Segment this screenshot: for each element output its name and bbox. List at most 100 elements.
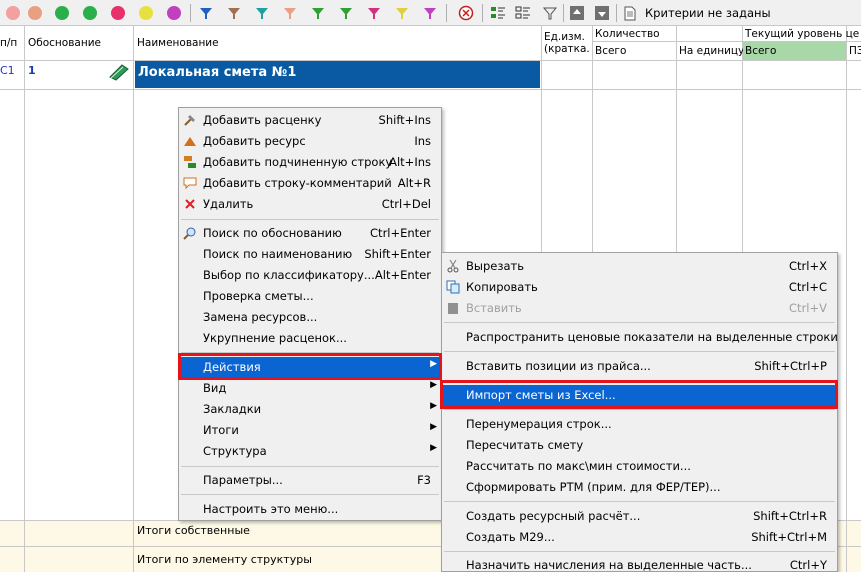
submenu-item-calc-maxmin[interactable]: Рассчитать по макс\мин стоимости... — [442, 456, 837, 477]
submenu-item-cut[interactable]: Вырезать Ctrl+X — [442, 256, 837, 277]
color-circle-4[interactable] — [81, 4, 99, 22]
menu-separator — [181, 352, 439, 353]
grid-line — [133, 26, 134, 572]
submenu-item-renumber[interactable]: Перенумерация строк... — [442, 414, 837, 435]
menu-item-replace-resources[interactable]: Замена ресурсов... — [179, 307, 441, 328]
menu-item-add-resource[interactable]: Добавить ресурс Ins — [179, 131, 441, 152]
menu-item-delete[interactable]: Удалить Ctrl+Del — [179, 194, 441, 215]
menu-separator — [181, 219, 439, 220]
menu-item-customize-menu[interactable]: Настроить это меню... — [179, 499, 441, 520]
submenu-arrow-icon: ▶ — [430, 422, 437, 432]
paste-icon — [446, 301, 460, 315]
menu-separator — [444, 551, 835, 552]
color-circle-5[interactable] — [109, 4, 127, 22]
menu-item-enlarge-rates[interactable]: Укрупнение расценок... — [179, 328, 441, 349]
menu-separator — [444, 351, 835, 352]
color-circle-6[interactable] — [137, 4, 155, 22]
color-circle-2[interactable] — [26, 4, 44, 22]
move-down-icon[interactable] — [593, 4, 611, 22]
submenu-item-import-excel[interactable]: Импорт сметы из Excel... — [442, 385, 837, 406]
move-up-icon[interactable] — [568, 4, 586, 22]
grid-line — [0, 89, 861, 90]
submenu-arrow-icon: ▶ — [430, 443, 437, 453]
grid-line — [846, 26, 847, 572]
menu-item-check-estimate[interactable]: Проверка сметы... — [179, 286, 441, 307]
criteria-label: Критерии не заданы — [645, 6, 771, 20]
submenu-item-resource-calc[interactable]: Создать ресурсный расчёт... Shift+Ctrl+R — [442, 506, 837, 527]
menu-item-search-basis[interactable]: Поиск по обоснованию Ctrl+Enter — [179, 223, 441, 244]
copy-icon — [446, 280, 460, 294]
filter-icon-pink[interactable] — [365, 4, 383, 22]
hammer-icon — [183, 113, 197, 127]
header-price-total[interactable]: Всего — [745, 45, 776, 58]
menu-item-parameters[interactable]: Параметры... F3 — [179, 470, 441, 491]
color-circle-3[interactable] — [53, 4, 71, 22]
submenu-arrow-icon: ▶ — [430, 380, 437, 390]
toolbar-separator — [190, 4, 191, 22]
clear-filter-icon[interactable] — [457, 4, 475, 22]
filter-icon-peach[interactable] — [281, 4, 299, 22]
menu-item-actions[interactable]: Действия ▶ — [179, 357, 441, 378]
filter-icon-green-2[interactable] — [337, 4, 355, 22]
filter-icon-blue[interactable] — [197, 4, 215, 22]
totals-own: Итоги собственные — [137, 524, 250, 537]
filter-icon-brown[interactable] — [225, 4, 243, 22]
header-quantity-per-unit[interactable]: На единицу — [679, 45, 744, 58]
menu-separator — [444, 322, 835, 323]
color-circle-7[interactable] — [165, 4, 183, 22]
filter-icon-teal[interactable] — [253, 4, 271, 22]
context-menu: Добавить расценку Shift+Ins Добавить ресу… — [178, 107, 442, 521]
submenu-item-spread-prices[interactable]: Распространить ценовые показатели на выд… — [442, 327, 838, 348]
row-num[interactable]: С1 — [0, 64, 15, 77]
header-unit-line2[interactable]: (кратка. — [544, 43, 591, 56]
list-collapse-icon[interactable] — [514, 4, 532, 22]
header-bottom-line — [0, 60, 861, 61]
actions-submenu: Вырезать Ctrl+X Копировать Ctrl+C Вставить… — [441, 252, 838, 572]
menu-item-add-rate[interactable]: Добавить расценку Shift+Ins — [179, 110, 441, 131]
menu-item-add-subrow[interactable]: Добавить подчиненную строку Alt+Ins — [179, 152, 441, 173]
row-basis[interactable]: 1 — [28, 64, 36, 77]
header-pz[interactable]: ПЗ — [849, 45, 861, 58]
totals-structure: Итоги по элементу структуры — [137, 553, 312, 566]
filter-icon-yellow[interactable] — [393, 4, 411, 22]
delete-x-icon — [183, 197, 197, 211]
menu-item-search-name[interactable]: Поиск по наименованию Shift+Enter — [179, 244, 441, 265]
menu-item-totals[interactable]: Итоги ▶ — [179, 420, 441, 441]
header-quantity[interactable]: Количество — [595, 28, 660, 41]
filter-icon-green[interactable] — [309, 4, 327, 22]
header-name[interactable]: Наименование — [137, 37, 219, 50]
menu-item-add-comment[interactable]: Добавить строку-комментарий Alt+R — [179, 173, 441, 194]
subrow-icon — [183, 155, 197, 169]
grid-line — [24, 26, 25, 572]
menu-item-classifier[interactable]: Выбор по классификатору... Alt+Enter — [179, 265, 441, 286]
scissors-icon — [446, 259, 460, 273]
submenu-item-paste[interactable]: Вставить Ctrl+V — [442, 298, 837, 319]
document-icon[interactable] — [621, 4, 639, 22]
menu-item-bookmarks[interactable]: Закладки ▶ — [179, 399, 441, 420]
filter-icon-purple[interactable] — [421, 4, 439, 22]
toolbar-separator — [616, 4, 617, 22]
submenu-item-insert-from-price[interactable]: Вставить позиции из прайса... Shift+Ctrl+… — [442, 356, 837, 377]
color-circle-1[interactable] — [4, 4, 22, 22]
list-expand-icon[interactable] — [489, 4, 507, 22]
submenu-item-recalculate[interactable]: Пересчитать смету — [442, 435, 837, 456]
menu-item-structure[interactable]: Структура ▶ — [179, 441, 441, 462]
submenu-item-create-m29[interactable]: Создать М29... Shift+Ctrl+M — [442, 527, 837, 548]
submenu-item-copy[interactable]: Копировать Ctrl+C — [442, 277, 837, 298]
submenu-item-form-rtm[interactable]: Сформировать РТМ (прим. для ФЕР/ТЕР)... — [442, 477, 837, 498]
comment-icon — [183, 176, 197, 190]
funnel-icon[interactable] — [541, 4, 559, 22]
toolbar-separator — [482, 4, 483, 22]
submenu-item-assign-charges[interactable]: Назначить начисления на выделенные часть… — [442, 555, 837, 572]
header-price-level[interactable]: Текущий уровень цен — [745, 28, 860, 41]
header-quantity-total[interactable]: Всего — [595, 45, 626, 58]
menu-separator — [181, 466, 439, 467]
book-icon — [108, 63, 130, 84]
menu-separator — [444, 409, 835, 410]
menu-separator — [181, 494, 439, 495]
header-num[interactable]: п/п — [0, 37, 17, 50]
estimate-row-name[interactable]: Локальная смета №1 — [135, 61, 540, 88]
menu-item-view[interactable]: Вид ▶ — [179, 378, 441, 399]
magnifier-icon — [183, 226, 197, 240]
header-basis[interactable]: Обоснование — [28, 37, 101, 50]
